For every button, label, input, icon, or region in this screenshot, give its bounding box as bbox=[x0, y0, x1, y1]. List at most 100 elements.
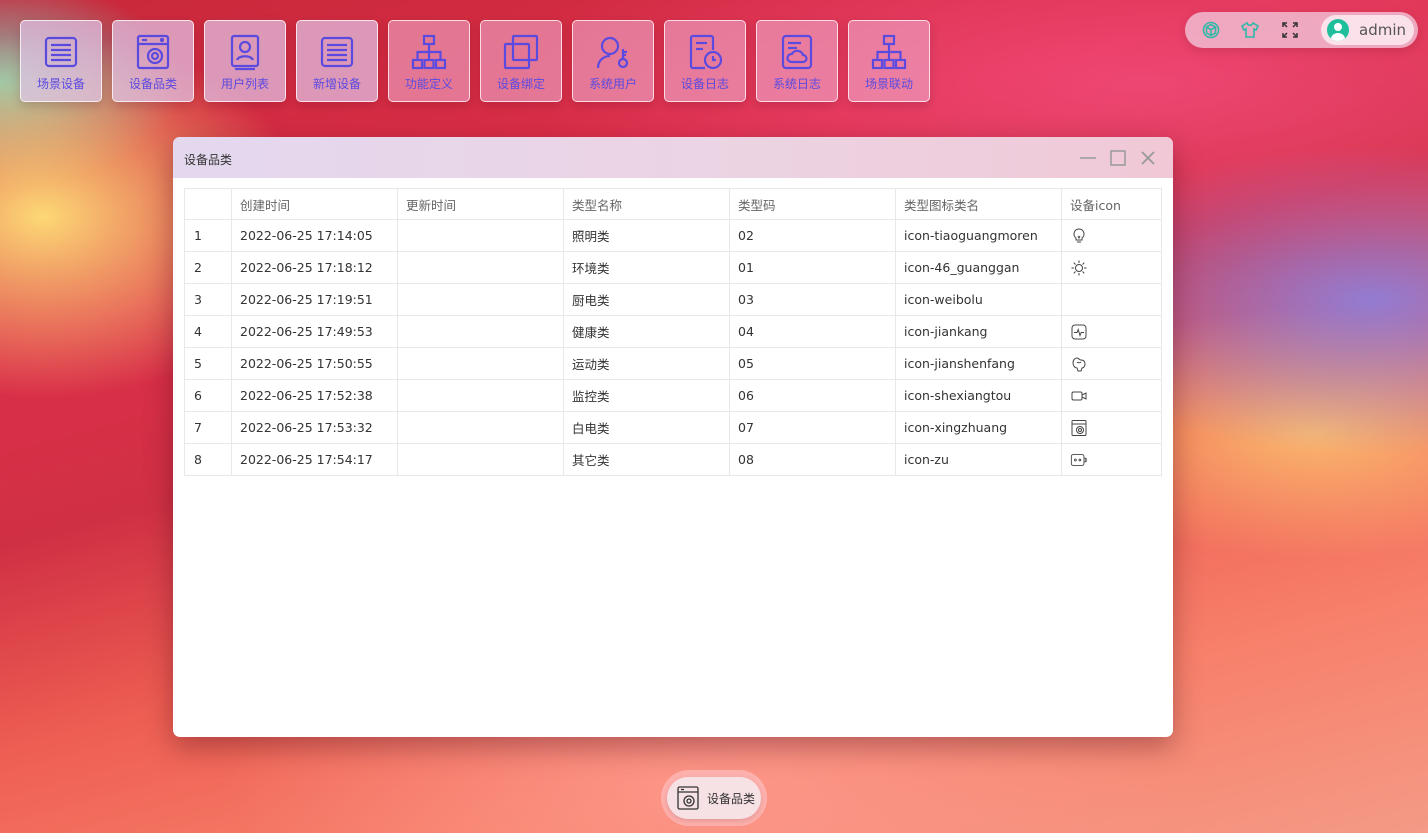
shortcut-scene-devices[interactable]: 场景设备 bbox=[20, 20, 102, 102]
cell-created: 2022-06-25 17:14:05 bbox=[231, 219, 398, 252]
doc-clock-icon bbox=[685, 32, 725, 72]
shortcut-label: 系统日志 bbox=[772, 77, 821, 91]
cell-device-icon bbox=[1061, 219, 1162, 252]
column-header-icon-class[interactable]: 类型图标类名 bbox=[895, 188, 1062, 220]
table-header-row: 创建时间 更新时间 类型名称 类型码 类型图标类名 设备icon bbox=[184, 188, 1162, 220]
table-row[interactable]: 1 2022-06-25 17:14:05 照明类 02 icon-tiaogu… bbox=[184, 219, 1162, 252]
window-titlebar[interactable]: 设备品类 bbox=[173, 137, 1173, 178]
table-row[interactable]: 5 2022-06-25 17:50:55 运动类 05 icon-jiansh… bbox=[184, 347, 1162, 380]
table-row[interactable]: 2 2022-06-25 17:18:12 环境类 01 icon-46_gua… bbox=[184, 251, 1162, 284]
cell-device-icon bbox=[1061, 283, 1162, 316]
cell-created: 2022-06-25 17:54:17 bbox=[231, 443, 398, 476]
desktop-shortcuts: 场景设备 设备品类 用户列表 新增设备 功能定义 设备绑定 系统用户 设备日志 … bbox=[20, 20, 930, 102]
shortcut-label: 设备品类 bbox=[128, 77, 177, 91]
minimize-icon[interactable] bbox=[1079, 149, 1097, 167]
shortcut-device-log[interactable]: 设备日志 bbox=[664, 20, 746, 102]
cell-type-code: 06 bbox=[729, 379, 896, 412]
shortcut-label: 用户列表 bbox=[220, 77, 269, 91]
column-header-type-code[interactable]: 类型码 bbox=[729, 188, 896, 220]
shortcut-user-list[interactable]: 用户列表 bbox=[204, 20, 286, 102]
list-panel-icon bbox=[41, 32, 81, 72]
cube-icon[interactable] bbox=[1201, 20, 1221, 40]
cell-icon-class: icon-zu bbox=[895, 443, 1062, 476]
column-header-type-name[interactable]: 类型名称 bbox=[563, 188, 730, 220]
column-header-index bbox=[184, 188, 232, 220]
washing-machine-icon bbox=[677, 786, 699, 810]
cell-updated bbox=[397, 411, 564, 444]
user-key-icon bbox=[593, 32, 633, 72]
row-index: 8 bbox=[184, 443, 232, 476]
shortcut-function-definition[interactable]: 功能定义 bbox=[388, 20, 470, 102]
washing-machine-icon bbox=[133, 32, 173, 72]
shortcut-system-log[interactable]: 系统日志 bbox=[756, 20, 838, 102]
cell-created: 2022-06-25 17:52:38 bbox=[231, 379, 398, 412]
cell-icon-class: icon-jianshenfang bbox=[895, 347, 1062, 380]
shortcut-label: 场景联动 bbox=[864, 77, 913, 91]
maximize-icon[interactable] bbox=[1109, 149, 1127, 167]
org-tree-icon bbox=[409, 32, 449, 72]
cell-updated bbox=[397, 283, 564, 316]
list-panel-icon bbox=[317, 32, 357, 72]
row-index: 3 bbox=[184, 283, 232, 316]
cell-type-code: 05 bbox=[729, 347, 896, 380]
shortcut-device-category[interactable]: 设备品类 bbox=[112, 20, 194, 102]
cell-icon-class: icon-jiankang bbox=[895, 315, 1062, 348]
muscle-icon bbox=[1072, 356, 1086, 371]
taskbar: 设备品类 bbox=[661, 770, 767, 826]
washing-machine-icon bbox=[1071, 419, 1087, 436]
column-header-created[interactable]: 创建时间 bbox=[231, 188, 398, 220]
doc-cloud-icon bbox=[777, 32, 817, 72]
cell-type-name: 照明类 bbox=[563, 219, 730, 252]
table-row[interactable]: 8 2022-06-25 17:54:17 其它类 08 icon-zu bbox=[184, 443, 1162, 476]
taskbar-item-device-category[interactable]: 设备品类 bbox=[667, 777, 761, 819]
shortcut-scene-linkage[interactable]: 场景联动 bbox=[848, 20, 930, 102]
table-row[interactable]: 3 2022-06-25 17:19:51 厨电类 03 icon-weibol… bbox=[184, 283, 1162, 316]
cell-type-name: 其它类 bbox=[563, 443, 730, 476]
camera-icon bbox=[1071, 391, 1087, 400]
socket-icon bbox=[1070, 453, 1088, 466]
shortcut-label: 场景设备 bbox=[36, 77, 85, 91]
cell-device-icon bbox=[1061, 379, 1162, 412]
table-row[interactable]: 4 2022-06-25 17:49:53 健康类 04 icon-jianka… bbox=[184, 315, 1162, 348]
column-header-device-icon[interactable]: 设备icon bbox=[1061, 188, 1162, 220]
cell-icon-class: icon-weibolu bbox=[895, 283, 1062, 316]
close-icon[interactable] bbox=[1139, 149, 1157, 167]
shortcut-device-binding[interactable]: 设备绑定 bbox=[480, 20, 562, 102]
device-category-window: 设备品类 创建时间 更新时间 类型名称 类型码 类型图标类名 设备icon 1 … bbox=[173, 137, 1173, 737]
cell-device-icon bbox=[1061, 251, 1162, 284]
table-row[interactable]: 6 2022-06-25 17:52:38 监控类 06 icon-shexia… bbox=[184, 379, 1162, 412]
cell-type-code: 04 bbox=[729, 315, 896, 348]
cell-created: 2022-06-25 17:53:32 bbox=[231, 411, 398, 444]
cell-updated bbox=[397, 379, 564, 412]
cell-type-name: 健康类 bbox=[563, 315, 730, 348]
taskbar-item-label: 设备品类 bbox=[707, 791, 756, 806]
shortcut-label: 系统用户 bbox=[588, 77, 637, 91]
cell-type-code: 01 bbox=[729, 251, 896, 284]
copy-icon bbox=[501, 32, 541, 72]
row-index: 4 bbox=[184, 315, 232, 348]
cell-updated bbox=[397, 315, 564, 348]
heart-rate-icon bbox=[1071, 324, 1087, 339]
sun-icon bbox=[1071, 260, 1087, 275]
row-index: 2 bbox=[184, 251, 232, 284]
user-menu[interactable]: admin bbox=[1321, 15, 1414, 45]
shortcut-label: 设备绑定 bbox=[496, 77, 545, 91]
row-index: 6 bbox=[184, 379, 232, 412]
row-index: 5 bbox=[184, 347, 232, 380]
column-header-updated[interactable]: 更新时间 bbox=[397, 188, 564, 220]
cell-created: 2022-06-25 17:19:51 bbox=[231, 283, 398, 316]
cell-type-name: 监控类 bbox=[563, 379, 730, 412]
cell-created: 2022-06-25 17:49:53 bbox=[231, 315, 398, 348]
fullscreen-icon[interactable] bbox=[1280, 20, 1300, 40]
row-index: 7 bbox=[184, 411, 232, 444]
shortcut-add-device[interactable]: 新增设备 bbox=[296, 20, 378, 102]
table-row[interactable]: 7 2022-06-25 17:53:32 白电类 07 icon-xingzh… bbox=[184, 411, 1162, 444]
cell-icon-class: icon-xingzhuang bbox=[895, 411, 1062, 444]
window-title: 设备品类 bbox=[184, 153, 233, 167]
shortcut-system-users[interactable]: 系统用户 bbox=[572, 20, 654, 102]
bulb-icon bbox=[1073, 227, 1085, 242]
org-tree-icon bbox=[869, 32, 909, 72]
shortcut-label: 设备日志 bbox=[680, 77, 729, 91]
cell-type-name: 运动类 bbox=[563, 347, 730, 380]
shirt-icon[interactable] bbox=[1240, 20, 1260, 40]
